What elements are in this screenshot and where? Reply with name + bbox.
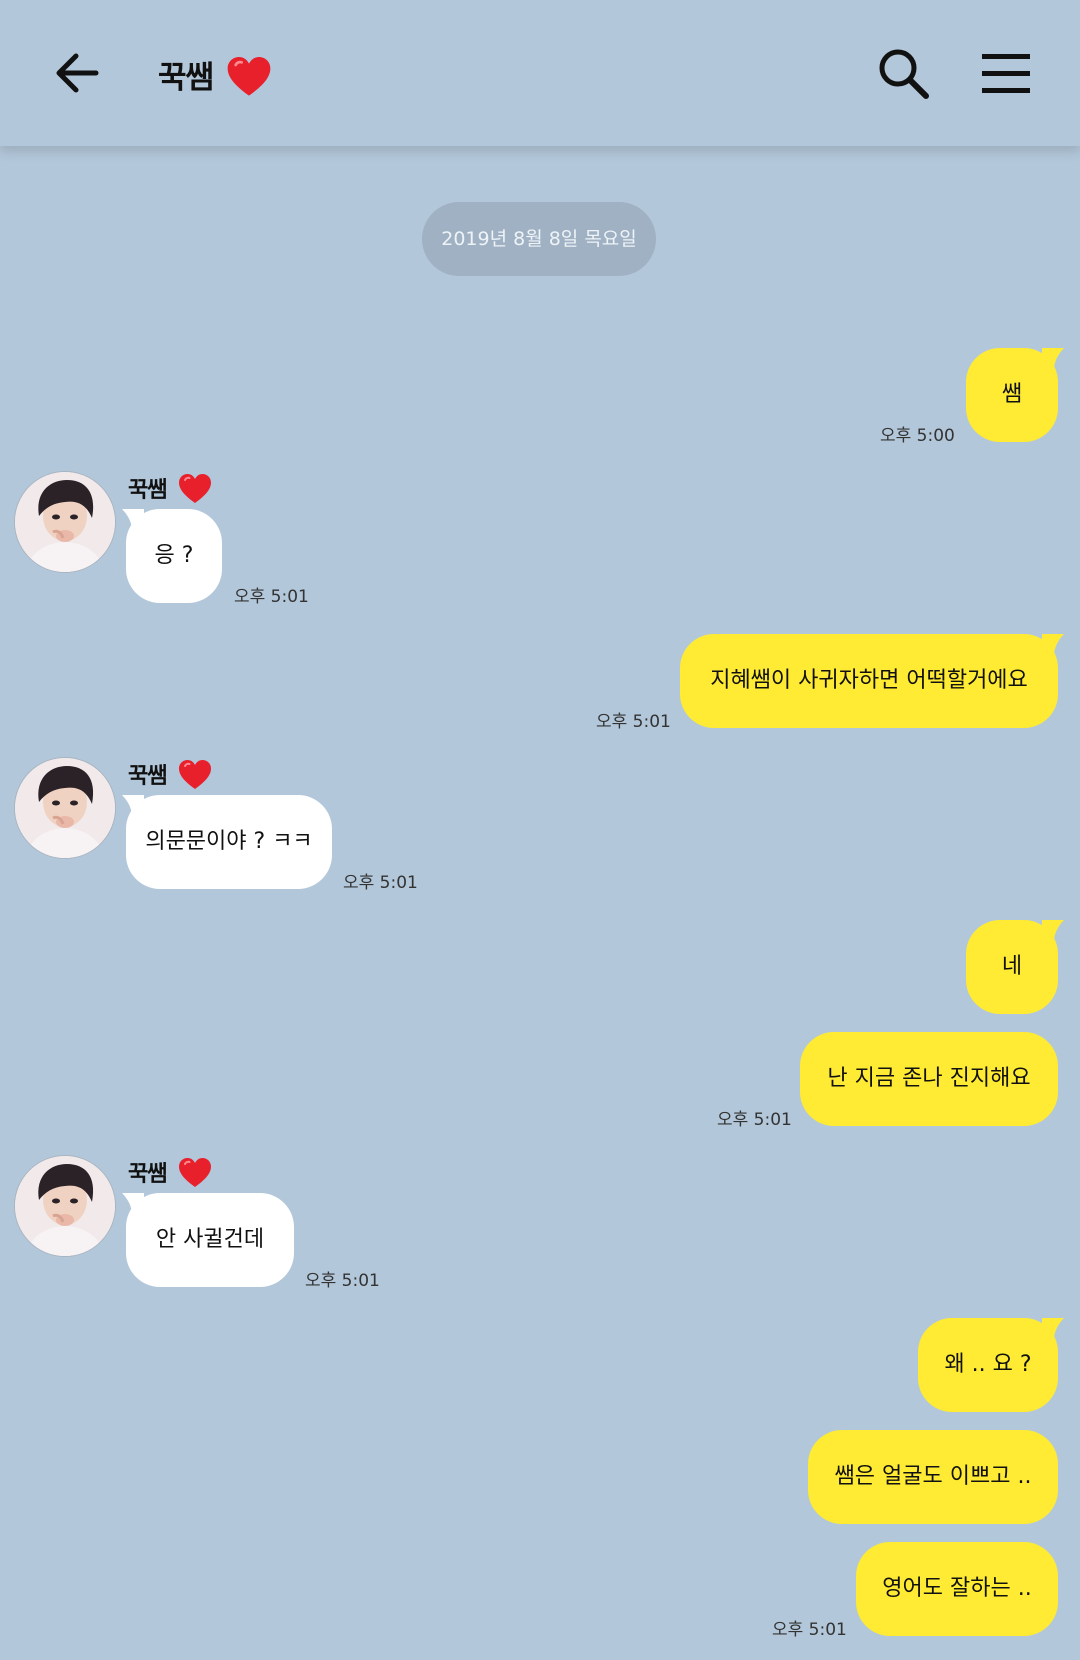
avatar[interactable] bbox=[14, 1155, 116, 1257]
message-time: 오후 5:01 bbox=[717, 1110, 792, 1130]
message-bubble-theirs[interactable]: 안 사귈건데 bbox=[126, 1193, 294, 1287]
hamburger-menu-icon[interactable] bbox=[982, 52, 1030, 96]
heart-icon bbox=[179, 474, 211, 504]
bubble-tail bbox=[122, 1193, 144, 1215]
message-bubble-theirs[interactable]: 의문문이야 ? ㅋㅋ bbox=[126, 795, 332, 889]
avatar[interactable] bbox=[14, 757, 116, 859]
arrow-left-icon[interactable] bbox=[52, 48, 102, 98]
message-time: 오후 5:01 bbox=[772, 1620, 847, 1640]
bubble-tail bbox=[122, 795, 144, 817]
bubble-tail bbox=[1042, 634, 1064, 656]
message-time: 오후 5:00 bbox=[880, 426, 955, 446]
message-time: 오후 5:01 bbox=[596, 712, 671, 732]
bubble-tail bbox=[1042, 920, 1064, 942]
avatar[interactable] bbox=[14, 471, 116, 573]
message-bubble-mine[interactable]: 영어도 잘하는 .. bbox=[856, 1542, 1058, 1636]
chat-title: 꾹쌤 bbox=[158, 52, 271, 97]
bubble-tail bbox=[122, 509, 144, 531]
sender-name: 꾹쌤 bbox=[128, 472, 211, 504]
sender-name-text: 꾹쌤 bbox=[128, 478, 167, 503]
heart-icon bbox=[179, 1158, 211, 1188]
message-bubble-mine[interactable]: 왜 .. 요 ? bbox=[918, 1318, 1058, 1412]
message-bubble-mine[interactable]: 쌤은 얼굴도 이쁘고 .. bbox=[808, 1430, 1058, 1524]
sender-name: 꾹쌤 bbox=[128, 758, 211, 790]
heart-icon bbox=[227, 57, 271, 97]
chat-header: 꾹쌤 bbox=[0, 0, 1080, 146]
sender-name-text: 꾹쌤 bbox=[128, 1162, 167, 1187]
date-divider: 2019년 8월 8일 목요일 bbox=[422, 202, 656, 276]
message-bubble-mine[interactable]: 지혜쌤이 사귀자하면 어떡할거에요 bbox=[680, 634, 1058, 728]
message-time: 오후 5:01 bbox=[343, 873, 418, 893]
heart-icon bbox=[179, 760, 211, 790]
bubble-tail bbox=[1042, 1318, 1064, 1340]
message-bubble-mine[interactable]: 난 지금 존나 진지해요 bbox=[800, 1032, 1058, 1126]
message-time: 오후 5:01 bbox=[234, 587, 309, 607]
bubble-tail bbox=[1042, 348, 1064, 370]
search-icon[interactable] bbox=[876, 46, 930, 100]
message-time: 오후 5:01 bbox=[305, 1271, 380, 1291]
sender-name-text: 꾹쌤 bbox=[128, 764, 167, 789]
chat-title-text: 꾹쌤 bbox=[158, 60, 214, 96]
sender-name: 꾹쌤 bbox=[128, 1156, 211, 1188]
